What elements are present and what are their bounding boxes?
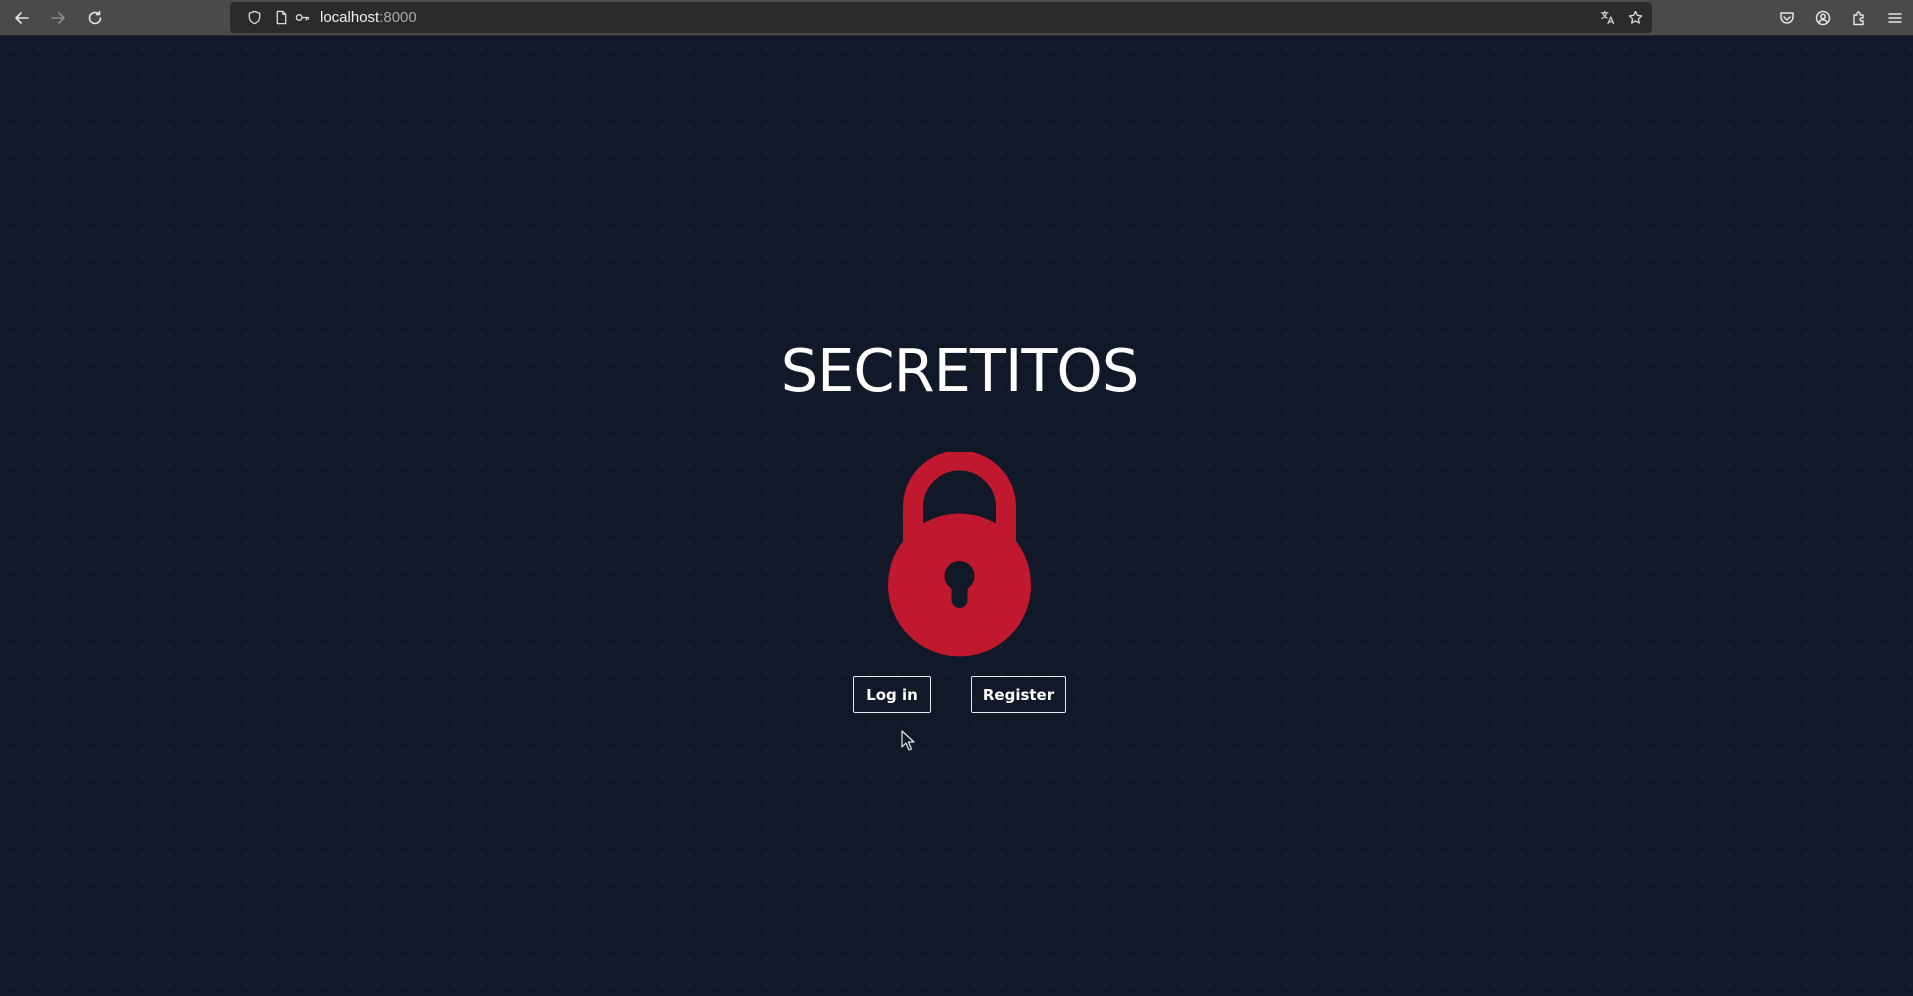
forward-arrow-icon[interactable]: [46, 6, 70, 30]
translate-icon[interactable]: [1599, 9, 1615, 25]
page-title: SECRETITOS: [780, 336, 1140, 405]
key-icon[interactable]: [294, 9, 310, 25]
padlock-icon: [888, 452, 1031, 657]
star-icon[interactable]: [1627, 9, 1643, 25]
account-icon[interactable]: [1811, 6, 1835, 30]
url-port: :8000: [379, 9, 417, 26]
address-bar[interactable]: localhost:8000: [230, 2, 1652, 33]
extensions-icon[interactable]: [1847, 6, 1871, 30]
page-icon[interactable]: [273, 9, 289, 25]
hamburger-menu-icon[interactable]: [1883, 6, 1907, 30]
shield-icon[interactable]: [246, 9, 262, 25]
pocket-icon[interactable]: [1775, 6, 1799, 30]
mouse-pointer-icon: [901, 730, 915, 751]
login-button[interactable]: Log in: [853, 676, 931, 713]
url-host: localhost: [320, 9, 380, 26]
page-content: SECRETITOS Log in Register: [0, 36, 1913, 996]
register-button[interactable]: Register: [971, 676, 1066, 713]
back-arrow-icon[interactable]: [10, 6, 34, 30]
url-text[interactable]: localhost:8000: [320, 9, 417, 26]
reload-icon[interactable]: [83, 6, 107, 30]
browser-toolbar: localhost:8000: [0, 0, 1913, 36]
